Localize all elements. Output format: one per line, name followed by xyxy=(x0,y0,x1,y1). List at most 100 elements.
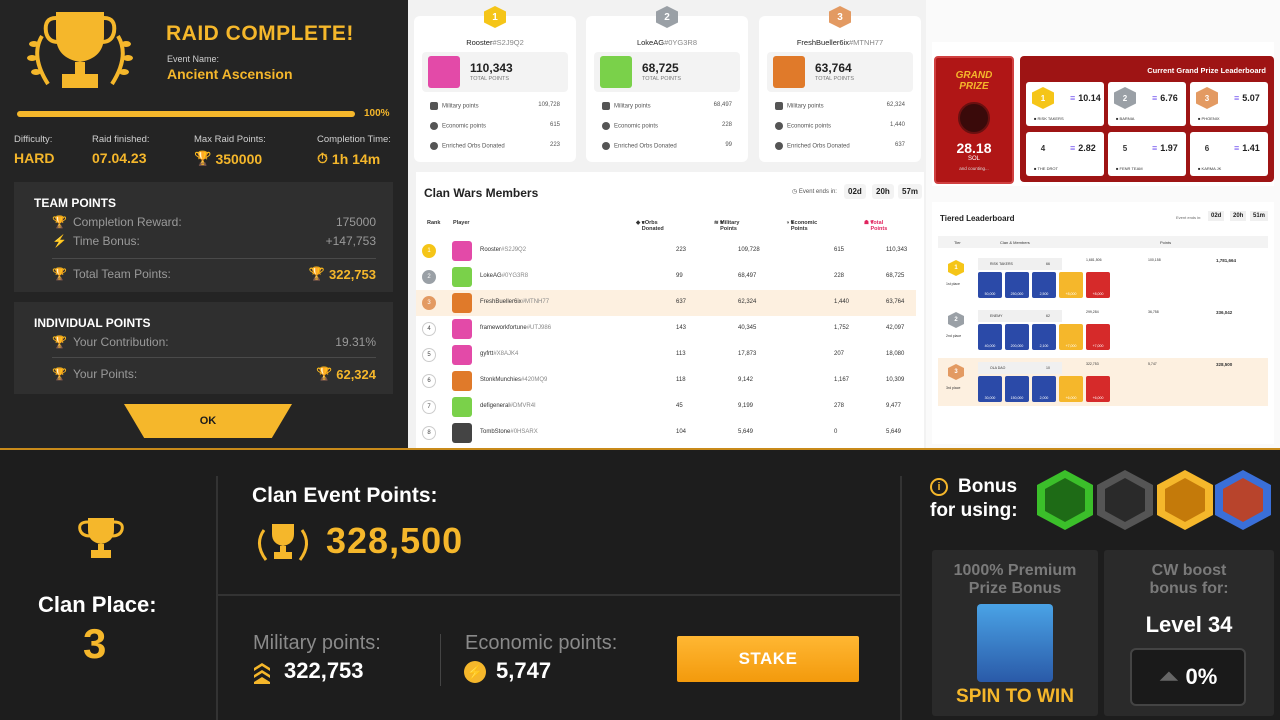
tier-points-2: 36,758 xyxy=(1148,310,1159,314)
grand-prize-box: GRAND PRIZE 28.18 SOL and counting... xyxy=(934,56,1014,184)
tier-row[interactable]: 3 3rd place OLA DAO 10 322,753 5,747 328… xyxy=(938,358,1268,406)
tier-row[interactable]: 1 1st place RISK TAKERS 66 1,681,506 100… xyxy=(938,254,1268,302)
podium-economic-row: Economic points 1,440 xyxy=(767,122,913,130)
military-icon xyxy=(775,102,783,110)
podium-military-row: Military points 62,324 xyxy=(767,102,913,110)
podium-orbs-row: Enriched Orbs Donated 99 xyxy=(594,142,740,150)
total-team-points-value: 322,753 xyxy=(329,266,376,282)
header-total[interactable]: ☗ Total Points ▾ xyxy=(864,220,887,232)
grand-prize-value: 6.76 xyxy=(1152,93,1178,103)
podium-player-tag: #MTNH77 xyxy=(848,38,884,47)
reward-tile: 30,000 xyxy=(978,376,1002,402)
podium-economic-value: 228 xyxy=(721,122,732,128)
podium-player-name: FreshBueller6ix#MTNH77 xyxy=(759,38,921,47)
table-row[interactable]: 1 Rooster#S2J9Q2 223 109,728 615 110,343 xyxy=(416,238,916,264)
player-name: frameworkfortune#UTJ986 xyxy=(480,325,551,331)
table-row[interactable]: 7 defigeneral#DMVR4I 45 9,199 278 9,477 xyxy=(416,394,916,420)
raid-complete-panel: RAID COMPLETE! Event Name: Ancient Ascen… xyxy=(0,0,408,448)
tier-row[interactable]: 2 2nd place ENEMY 62 299,284 36,758 336,… xyxy=(938,306,1268,354)
tiered-days: 02d xyxy=(1208,211,1225,221)
grand-prize-amount: 28.18 xyxy=(956,140,992,156)
reward-tile: +7,000 xyxy=(1086,324,1110,350)
tier-clan-name: ENEMY xyxy=(990,314,1003,318)
economic-icon xyxy=(602,122,610,130)
header-military[interactable]: ≋ Military Points ▾ xyxy=(714,220,739,232)
header-orbs[interactable]: ◆ eOrbs Donated ▾ xyxy=(636,220,664,232)
table-row[interactable]: 6 StonkMunchies#420MQ9 118 9,142 1,167 1… xyxy=(416,368,916,394)
grand-prize-value: 1.97 xyxy=(1152,143,1178,153)
table-row[interactable]: 5 gyfrtt#X8AJK4 113 17,873 207 18,080 xyxy=(416,342,916,368)
event-name-label: Event Name: xyxy=(167,54,220,64)
leaderboard-panel: GRAND PRIZE 28.18 SOL and counting... Cur… xyxy=(926,0,1280,448)
orb-icon xyxy=(430,142,438,150)
grand-prize-entry[interactable]: 3 5.07 PHOENIX xyxy=(1190,82,1268,126)
grand-prize-entry[interactable]: 6 1.41 KARMA JK xyxy=(1190,132,1268,176)
stake-button[interactable]: STAKE xyxy=(677,636,859,682)
reward-tile: 50,000 xyxy=(978,272,1002,298)
premium-line-2: Prize Bonus xyxy=(968,580,1062,597)
header-player: Player xyxy=(453,220,470,226)
time-bonus-label: Time Bonus: xyxy=(72,234,140,248)
event-ends-label: ◷ Event ends in: xyxy=(792,188,837,195)
podium-card[interactable]: 2 LokeAG#0YG3R8 68,725 TOTAL POINTS Mili… xyxy=(586,6,748,162)
your-points-row: 🏆 Your Points: 🏆 62,324 xyxy=(52,366,376,382)
team-icon: 🏆 xyxy=(52,367,67,381)
avatar xyxy=(452,345,472,365)
avatar xyxy=(452,397,472,417)
table-row[interactable]: 4 frameworkfortune#UTJ986 143 40,345 1,7… xyxy=(416,316,916,342)
reward-tile: +8,000 xyxy=(1059,272,1083,298)
podium-economic-value: 615 xyxy=(549,122,560,128)
tier-place: 1st place xyxy=(946,282,961,286)
table-row[interactable]: 8 TombStone#0HSARX 104 5,649 0 5,649 xyxy=(416,420,916,446)
player-tag: #DMVR4I xyxy=(509,403,536,409)
player-tag: #0YG3R8 xyxy=(501,273,529,279)
grand-prize-clan: KARMA JK xyxy=(1198,166,1222,171)
contribution-label: Your Contribution: xyxy=(72,335,169,349)
podium-economic-row: Economic points 615 xyxy=(422,122,568,130)
podium-total-box: 63,764 TOTAL POINTS xyxy=(767,52,913,92)
grand-prize-entry[interactable]: 5 1.97 FENR TEAM xyxy=(1108,132,1186,176)
premium-line-1: 1000% Premium xyxy=(953,562,1077,579)
header-economic-text: Economic Points xyxy=(790,220,818,232)
reward-tile: +6,000 xyxy=(1059,376,1083,402)
grand-prize-title-2: PRIZE xyxy=(959,81,989,92)
table-row[interactable]: 2 LokeAG#0YG3R8 99 68,497 228 68,725 xyxy=(416,264,916,290)
avatar xyxy=(428,56,460,88)
podium-total-value: 63,764 xyxy=(815,61,852,75)
table-row[interactable]: 3 FreshBueller6ix#MTNH77 637 62,324 1,44… xyxy=(416,290,916,316)
ok-button[interactable]: OK xyxy=(124,404,292,438)
tier-members: 62 xyxy=(1046,314,1050,318)
clan-event-points-value: 328,500 xyxy=(326,520,464,561)
individual-points-heading: INDIVIDUAL POINTS xyxy=(34,316,151,330)
divider xyxy=(52,357,376,358)
tier-hex-icon: 3 xyxy=(948,364,964,380)
tier-total: 1,781,664 xyxy=(1216,258,1237,263)
podium-card[interactable]: 1 Rooster#S2J9Q2 110,343 TOTAL POINTS Mi… xyxy=(414,6,576,162)
grand-prize-entry[interactable]: 2 6.76 BARNIA xyxy=(1108,82,1186,126)
podium-card[interactable]: 3 FreshBueller6ix#MTNH77 63,764 TOTAL PO… xyxy=(759,6,921,162)
total-value: 42,097 xyxy=(886,325,905,331)
info-icon[interactable]: i xyxy=(930,478,948,496)
podium-military-value: 109,728 xyxy=(538,102,560,108)
raid-progress-bar xyxy=(17,111,355,117)
reward-tile: 150,000 xyxy=(1005,376,1029,402)
completion-time-stat: Completion Time: ⏱ 1h 14m xyxy=(317,134,391,167)
reward-tile: 250,000 xyxy=(1005,272,1029,298)
time-bonus-row: ⚡ Time Bonus: +147,753 xyxy=(52,234,376,248)
premium-prize-box[interactable]: 1000% Premium Prize Bonus SPIN TO WIN xyxy=(932,550,1098,716)
orb-icon xyxy=(602,142,610,150)
your-points-label: Your Points: xyxy=(72,367,138,381)
orbs-value: 113 xyxy=(676,351,686,357)
tier-hex-icon: 1 xyxy=(948,260,964,276)
player-username: Rooster xyxy=(480,247,502,253)
podium-orbs-row: Enriched Orbs Donated 637 xyxy=(767,142,913,150)
podium-total-label: TOTAL POINTS xyxy=(470,76,510,82)
completion-time-value: 1h 14m xyxy=(331,150,381,167)
contribution-row: 🏆 Your Contribution: 19.31% xyxy=(52,335,376,349)
economic-value: 228 xyxy=(834,273,845,279)
grand-prize-entry[interactable]: 1 10.14 RISK TAKERS xyxy=(1026,82,1104,126)
header-economic[interactable]: ◑ Economic Points ▾ xyxy=(786,220,817,232)
rank-up-icon: ⏶ xyxy=(1158,661,1180,691)
podium-orbs-label: Enriched Orbs Donated xyxy=(442,143,505,150)
grand-prize-entry[interactable]: 4 2.82 THE DROT xyxy=(1026,132,1104,176)
